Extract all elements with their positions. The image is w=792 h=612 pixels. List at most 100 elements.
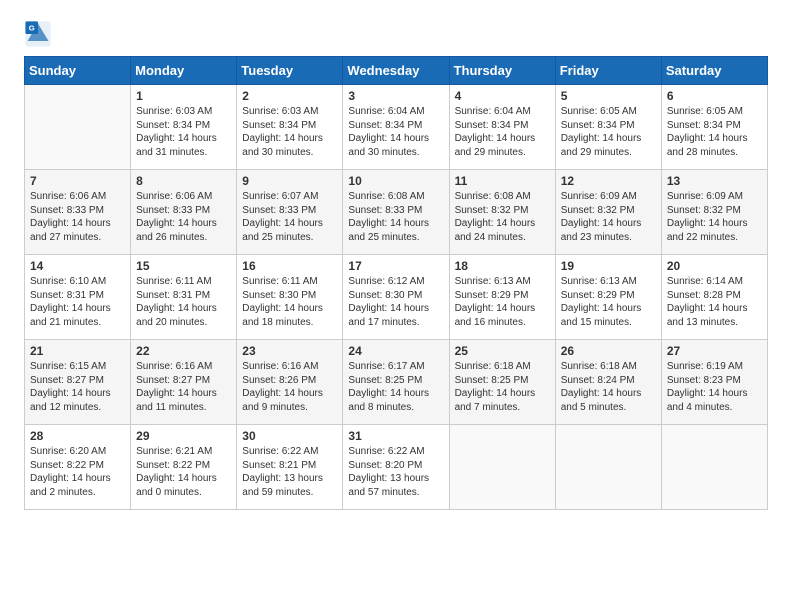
- calendar-cell: 11 Sunrise: 6:08 AM Sunset: 8:32 PM Dayli…: [449, 170, 555, 255]
- calendar-cell: 9 Sunrise: 6:07 AM Sunset: 8:33 PM Daylig…: [237, 170, 343, 255]
- weekday-header-wednesday: Wednesday: [343, 57, 449, 85]
- day-number: 5: [561, 89, 656, 103]
- weekday-header-row: SundayMondayTuesdayWednesdayThursdayFrid…: [25, 57, 768, 85]
- calendar-week-5: 28 Sunrise: 6:20 AM Sunset: 8:22 PM Dayli…: [25, 425, 768, 510]
- day-info: Sunrise: 6:19 AM Sunset: 8:23 PM Dayligh…: [667, 360, 762, 414]
- day-number: 18: [455, 259, 550, 273]
- day-info: Sunrise: 6:04 AM Sunset: 8:34 PM Dayligh…: [455, 105, 550, 159]
- day-number: 13: [667, 174, 762, 188]
- day-number: 9: [242, 174, 337, 188]
- day-number: 15: [136, 259, 231, 273]
- day-info: Sunrise: 6:08 AM Sunset: 8:33 PM Dayligh…: [348, 190, 443, 244]
- weekday-header-monday: Monday: [131, 57, 237, 85]
- day-info: Sunrise: 6:22 AM Sunset: 8:20 PM Dayligh…: [348, 445, 443, 499]
- svg-text:G: G: [29, 24, 35, 33]
- calendar-cell: 24 Sunrise: 6:17 AM Sunset: 8:25 PM Dayli…: [343, 340, 449, 425]
- day-info: Sunrise: 6:22 AM Sunset: 8:21 PM Dayligh…: [242, 445, 337, 499]
- calendar-week-1: 1Sunrise: 6:03 AM Sunset: 8:34 PM Daylig…: [25, 85, 768, 170]
- day-number: 24: [348, 344, 443, 358]
- logo-icon: G: [24, 20, 52, 48]
- weekday-header-tuesday: Tuesday: [237, 57, 343, 85]
- calendar-cell: 18 Sunrise: 6:13 AM Sunset: 8:29 PM Dayli…: [449, 255, 555, 340]
- day-info: Sunrise: 6:16 AM Sunset: 8:26 PM Dayligh…: [242, 360, 337, 414]
- calendar-cell: 4 Sunrise: 6:04 AM Sunset: 8:34 PM Daylig…: [449, 85, 555, 170]
- calendar-cell: 5 Sunrise: 6:05 AM Sunset: 8:34 PM Daylig…: [555, 85, 661, 170]
- calendar-cell: 15 Sunrise: 6:11 AM Sunset: 8:31 PM Dayli…: [131, 255, 237, 340]
- calendar-cell: [25, 85, 131, 170]
- day-number: 11: [455, 174, 550, 188]
- calendar-cell: [555, 425, 661, 510]
- calendar-cell: 22 Sunrise: 6:16 AM Sunset: 8:27 PM Dayli…: [131, 340, 237, 425]
- day-info: Sunrise: 6:15 AM Sunset: 8:27 PM Dayligh…: [30, 360, 125, 414]
- day-number: 27: [667, 344, 762, 358]
- day-number: 29: [136, 429, 231, 443]
- day-info: Sunrise: 6:16 AM Sunset: 8:27 PM Dayligh…: [136, 360, 231, 414]
- calendar-cell: 27 Sunrise: 6:19 AM Sunset: 8:23 PM Dayli…: [661, 340, 767, 425]
- calendar-cell: 3 Sunrise: 6:04 AM Sunset: 8:34 PM Daylig…: [343, 85, 449, 170]
- day-number: 30: [242, 429, 337, 443]
- day-info: Sunrise: 6:20 AM Sunset: 8:22 PM Dayligh…: [30, 445, 125, 499]
- day-number: 10: [348, 174, 443, 188]
- calendar-cell: 8 Sunrise: 6:06 AM Sunset: 8:33 PM Daylig…: [131, 170, 237, 255]
- day-info: Sunrise: 6:17 AM Sunset: 8:25 PM Dayligh…: [348, 360, 443, 414]
- weekday-header-friday: Friday: [555, 57, 661, 85]
- day-info: Sunrise: 6:05 AM Sunset: 8:34 PM Dayligh…: [561, 105, 656, 159]
- day-info: Sunrise: 6:13 AM Sunset: 8:29 PM Dayligh…: [561, 275, 656, 329]
- day-number: 19: [561, 259, 656, 273]
- day-number: 12: [561, 174, 656, 188]
- day-number: 3: [348, 89, 443, 103]
- day-number: 8: [136, 174, 231, 188]
- day-number: 21: [30, 344, 125, 358]
- day-info: Sunrise: 6:04 AM Sunset: 8:34 PM Dayligh…: [348, 105, 443, 159]
- day-info: Sunrise: 6:06 AM Sunset: 8:33 PM Dayligh…: [136, 190, 231, 244]
- calendar-cell: 26 Sunrise: 6:18 AM Sunset: 8:24 PM Dayli…: [555, 340, 661, 425]
- calendar-week-3: 14Sunrise: 6:10 AM Sunset: 8:31 PM Dayli…: [25, 255, 768, 340]
- calendar-week-2: 7 Sunrise: 6:06 AM Sunset: 8:33 PM Daylig…: [25, 170, 768, 255]
- calendar-week-4: 21 Sunrise: 6:15 AM Sunset: 8:27 PM Dayli…: [25, 340, 768, 425]
- calendar-cell: [661, 425, 767, 510]
- day-info: Sunrise: 6:08 AM Sunset: 8:32 PM Dayligh…: [455, 190, 550, 244]
- day-number: 26: [561, 344, 656, 358]
- day-info: Sunrise: 6:14 AM Sunset: 8:28 PM Dayligh…: [667, 275, 762, 329]
- day-info: Sunrise: 6:11 AM Sunset: 8:30 PM Dayligh…: [242, 275, 337, 329]
- day-info: Sunrise: 6:12 AM Sunset: 8:30 PM Dayligh…: [348, 275, 443, 329]
- calendar-cell: 30 Sunrise: 6:22 AM Sunset: 8:21 PM Dayli…: [237, 425, 343, 510]
- day-number: 4: [455, 89, 550, 103]
- day-info: Sunrise: 6:07 AM Sunset: 8:33 PM Dayligh…: [242, 190, 337, 244]
- day-number: 31: [348, 429, 443, 443]
- calendar-cell: 29 Sunrise: 6:21 AM Sunset: 8:22 PM Dayli…: [131, 425, 237, 510]
- day-info: Sunrise: 6:09 AM Sunset: 8:32 PM Dayligh…: [561, 190, 656, 244]
- day-number: 22: [136, 344, 231, 358]
- calendar-cell: 17 Sunrise: 6:12 AM Sunset: 8:30 PM Dayli…: [343, 255, 449, 340]
- day-info: Sunrise: 6:13 AM Sunset: 8:29 PM Dayligh…: [455, 275, 550, 329]
- calendar-cell: 10 Sunrise: 6:08 AM Sunset: 8:33 PM Dayli…: [343, 170, 449, 255]
- day-number: 17: [348, 259, 443, 273]
- calendar-cell: 19 Sunrise: 6:13 AM Sunset: 8:29 PM Dayli…: [555, 255, 661, 340]
- day-info: Sunrise: 6:18 AM Sunset: 8:24 PM Dayligh…: [561, 360, 656, 414]
- calendar-cell: 21 Sunrise: 6:15 AM Sunset: 8:27 PM Dayli…: [25, 340, 131, 425]
- day-info: Sunrise: 6:09 AM Sunset: 8:32 PM Dayligh…: [667, 190, 762, 244]
- weekday-header-sunday: Sunday: [25, 57, 131, 85]
- day-number: 16: [242, 259, 337, 273]
- calendar-cell: 16 Sunrise: 6:11 AM Sunset: 8:30 PM Dayli…: [237, 255, 343, 340]
- day-info: Sunrise: 6:06 AM Sunset: 8:33 PM Dayligh…: [30, 190, 125, 244]
- day-number: 6: [667, 89, 762, 103]
- calendar-cell: 1Sunrise: 6:03 AM Sunset: 8:34 PM Daylig…: [131, 85, 237, 170]
- weekday-header-thursday: Thursday: [449, 57, 555, 85]
- day-number: 28: [30, 429, 125, 443]
- calendar-cell: 13 Sunrise: 6:09 AM Sunset: 8:32 PM Dayli…: [661, 170, 767, 255]
- calendar-cell: 7 Sunrise: 6:06 AM Sunset: 8:33 PM Daylig…: [25, 170, 131, 255]
- weekday-header-saturday: Saturday: [661, 57, 767, 85]
- calendar-cell: 25Sunrise: 6:18 AM Sunset: 8:25 PM Dayli…: [449, 340, 555, 425]
- day-number: 14: [30, 259, 125, 273]
- day-number: 2: [242, 89, 337, 103]
- page-header: G: [24, 20, 768, 48]
- calendar-cell: 28 Sunrise: 6:20 AM Sunset: 8:22 PM Dayli…: [25, 425, 131, 510]
- day-info: Sunrise: 6:11 AM Sunset: 8:31 PM Dayligh…: [136, 275, 231, 329]
- day-number: 20: [667, 259, 762, 273]
- calendar-cell: 20 Sunrise: 6:14 AM Sunset: 8:28 PM Dayli…: [661, 255, 767, 340]
- day-number: 23: [242, 344, 337, 358]
- day-number: 7: [30, 174, 125, 188]
- calendar-cell: 14Sunrise: 6:10 AM Sunset: 8:31 PM Dayli…: [25, 255, 131, 340]
- day-info: Sunrise: 6:21 AM Sunset: 8:22 PM Dayligh…: [136, 445, 231, 499]
